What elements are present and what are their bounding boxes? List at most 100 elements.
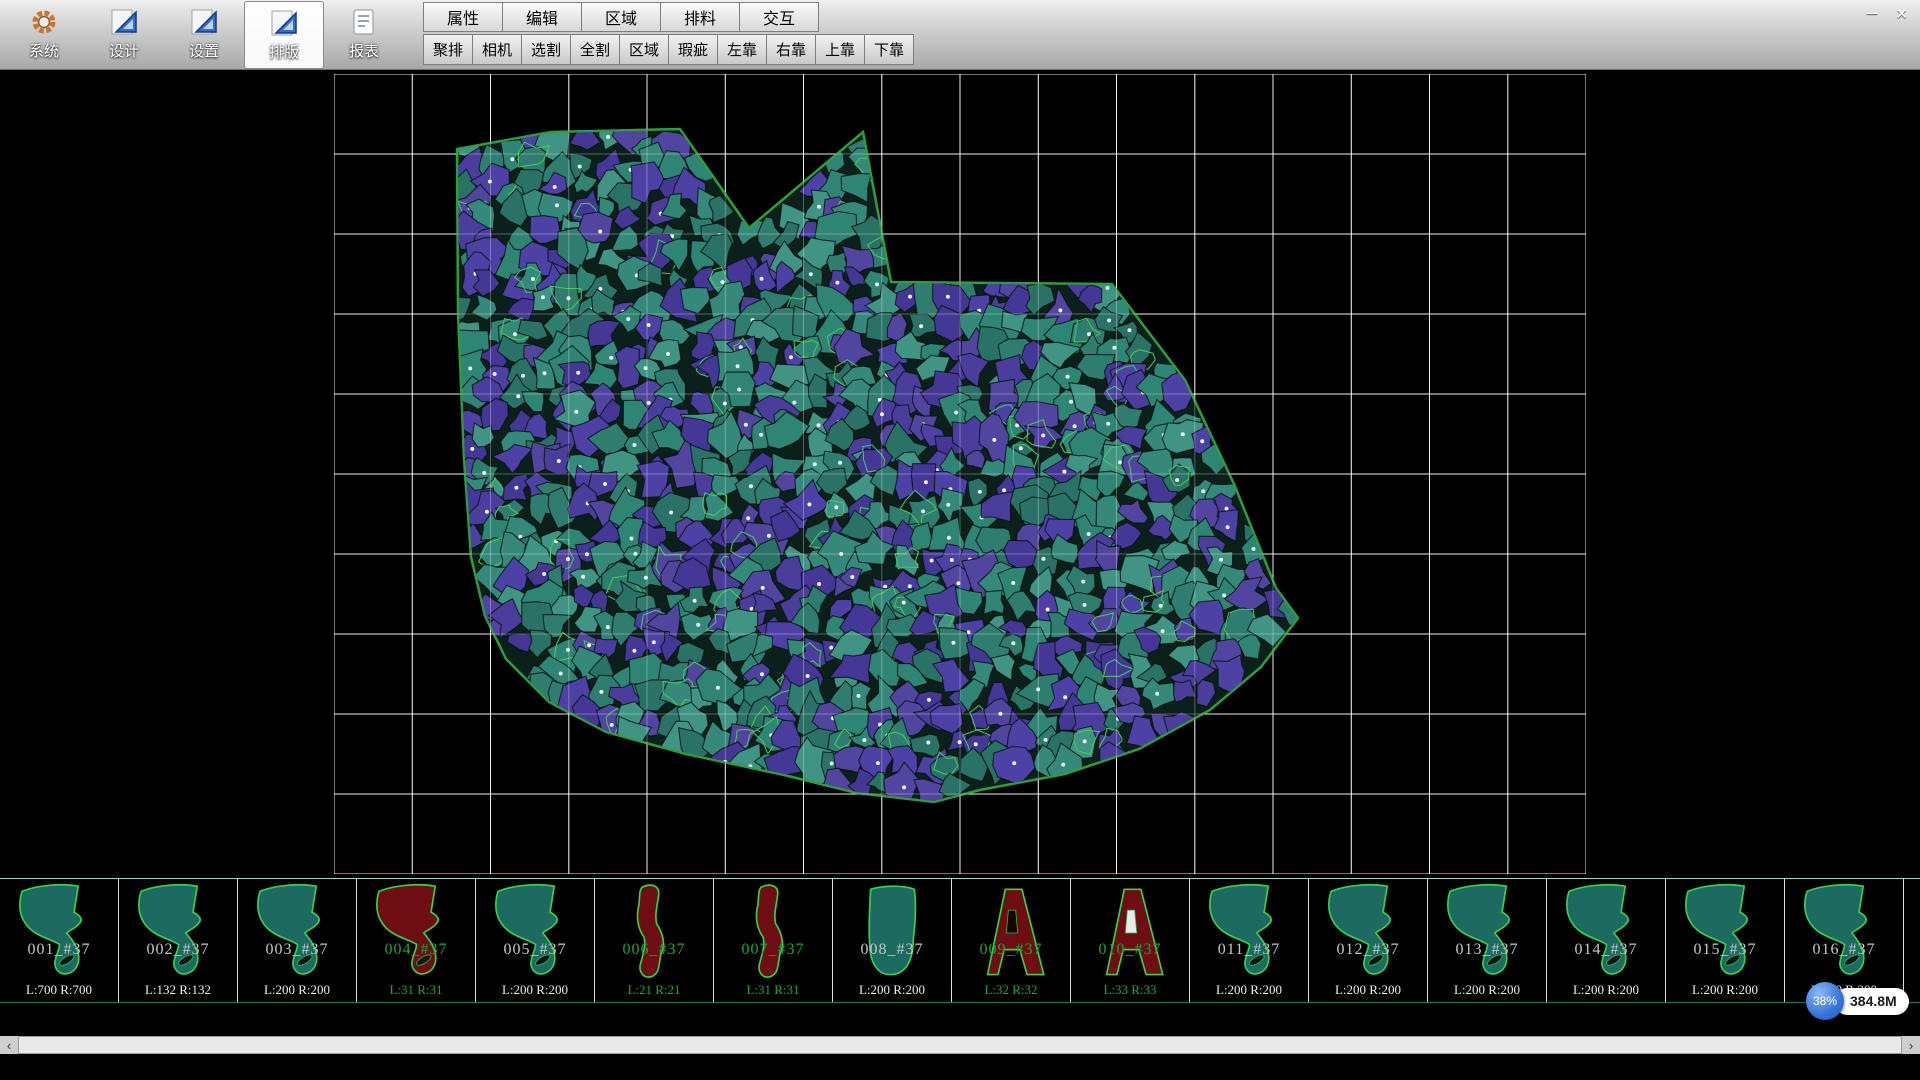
part-id: 001_#37	[0, 941, 118, 959]
tool-align-bottom-button[interactable]: 下靠	[864, 34, 914, 65]
part-thumbnail-004_#37[interactable]: 004_#37 L:31 R:31	[357, 879, 476, 1002]
part-lr-count: L:700 R:700	[0, 982, 118, 998]
part-id: 016_#37	[1785, 941, 1903, 959]
part-thumbnail-002_#37[interactable]: 002_#37 L:132 R:132	[119, 879, 238, 1002]
tool-align-top-button[interactable]: 上靠	[815, 34, 865, 65]
mode-label: 排版	[269, 41, 299, 62]
part-shape	[1434, 881, 1541, 985]
part-shape	[1791, 881, 1898, 985]
menu-tab-nest[interactable]: 排料	[660, 2, 740, 32]
mode-system-button[interactable]: 系统	[4, 1, 84, 69]
tool-align-left-button[interactable]: 左靠	[717, 34, 767, 65]
part-shape	[363, 881, 470, 985]
mode-settings-button[interactable]: 设置	[164, 1, 244, 69]
mode-label: 报表	[349, 40, 379, 61]
part-thumbnail-003_#37[interactable]: 003_#37L:200 R:200	[238, 879, 357, 1002]
memory-value: 384.8M	[1834, 988, 1909, 1015]
part-lr-count: L:200 R:200	[476, 982, 594, 998]
mode-label: 设置	[189, 40, 219, 61]
part-thumbnail-014_#37[interactable]: 014_#37L:200 R:200	[1547, 879, 1666, 1002]
main-toolbar: 系统设计设置排版报表 属性编辑区域排料交互 聚排相机选割全割区域瑕疵左靠右靠上靠…	[0, 0, 1920, 70]
design-icon	[109, 5, 139, 39]
part-id: 011_#37	[1190, 941, 1308, 959]
part-id: 006_#37	[595, 941, 713, 959]
part-id: 010_#37	[1071, 941, 1189, 959]
tool-align-right-button[interactable]: 右靠	[766, 34, 816, 65]
tool-cut-selected-button[interactable]: 选割	[521, 34, 571, 65]
part-id: 008_#37	[833, 941, 951, 959]
menu-tab-properties[interactable]: 属性	[423, 2, 503, 32]
tool-camera-button[interactable]: 相机	[472, 34, 522, 65]
part-lr-count: L:200 R:200	[833, 982, 951, 998]
part-thumbnail-001_#37[interactable]: 001_#37 L:700 R:700	[0, 879, 119, 1002]
part-lr-count: L:33 R:33	[1071, 982, 1189, 998]
part-lr-count: L:31 R:31	[714, 982, 832, 998]
part-shape	[482, 881, 589, 985]
part-lr-count: L:132 R:132	[119, 982, 237, 998]
part-lr-count: L:200 R:200	[1309, 982, 1427, 998]
part-lr-count: L:200 R:200	[1666, 982, 1784, 998]
scrollbar-track[interactable]	[18, 1036, 1902, 1054]
part-lr-count: L:200 R:200	[1190, 982, 1308, 998]
part-shape	[125, 881, 232, 985]
part-shape	[958, 881, 1065, 985]
part-id: 005_#37	[476, 941, 594, 959]
part-id: 002_#37	[119, 941, 237, 959]
mode-design-button[interactable]: 设计	[84, 1, 164, 69]
tool-region-button[interactable]: 区域	[619, 34, 669, 65]
menu-tab-edit[interactable]: 编辑	[502, 2, 582, 32]
part-lr-count: L:31 R:31	[357, 982, 475, 998]
usage-percent-badge: 38%	[1806, 982, 1844, 1020]
settings-icon	[189, 5, 219, 39]
menu-tab-interact[interactable]: 交互	[739, 2, 819, 32]
part-shape	[1077, 881, 1184, 985]
system-icon	[29, 5, 59, 39]
memory-status-badge: 38% 384.8M	[1806, 982, 1909, 1020]
part-shape	[6, 881, 113, 985]
part-shape	[601, 881, 708, 985]
part-id: 009_#37	[952, 941, 1070, 959]
part-thumbnail-015_#37[interactable]: 015_#37L:200 R:200	[1666, 879, 1785, 1002]
minimize-button[interactable]: ─	[1867, 5, 1878, 23]
hide-layout	[334, 74, 1586, 874]
scroll-left-button[interactable]: ‹	[0, 1036, 18, 1054]
part-lr-count: L:21 R:21	[595, 982, 713, 998]
menu-tabs: 属性编辑区域排料交互	[424, 0, 914, 34]
part-thumbnail-011_#37[interactable]: 011_#37 L:200 R:200	[1190, 879, 1309, 1002]
part-thumbnail-013_#37[interactable]: 013_#37 L:200 R:200	[1428, 879, 1547, 1002]
mode-label: 系统	[29, 40, 59, 61]
part-lr-count: L:200 R:200	[1428, 982, 1546, 998]
horizontal-scrollbar: ‹ ›	[0, 1036, 1920, 1054]
tool-cluster-nest-button[interactable]: 聚排	[423, 34, 473, 65]
scroll-right-button[interactable]: ›	[1902, 1036, 1920, 1054]
nesting-icon	[269, 6, 299, 40]
mode-nesting-button[interactable]: 排版	[244, 1, 324, 69]
app-window: 系统设计设置排版报表 属性编辑区域排料交互 聚排相机选割全割区域瑕疵左靠右靠上靠…	[0, 0, 1920, 1080]
close-button[interactable]: ✕	[1895, 5, 1908, 23]
part-id: 007_#37	[714, 941, 832, 959]
mode-label: 设计	[109, 40, 139, 61]
mode-switcher: 系统 设计 设置 排版 报表	[4, 0, 404, 70]
part-lr-count: L:32 R:32	[952, 982, 1070, 998]
part-id: 004_#37	[357, 941, 475, 959]
part-shape	[1553, 881, 1660, 985]
mode-report-button[interactable]: 报表	[324, 1, 404, 69]
parts-strip: 001_#37L:700 R:700002_#37L:132 R:132003_…	[0, 878, 1920, 1003]
nesting-canvas[interactable]	[0, 70, 1920, 878]
tool-cut-all-button[interactable]: 全割	[570, 34, 620, 65]
part-id: 003_#37	[238, 941, 356, 959]
part-thumbnail-009_#37[interactable]: 009_#37 L:32 R:32	[952, 879, 1071, 1002]
part-thumbnail-007_#37[interactable]: 007_#37 L:31 R:31	[714, 879, 833, 1002]
part-thumbnail-012_#37[interactable]: 012_#37 L:200 R:200	[1309, 879, 1428, 1002]
part-shape	[1196, 881, 1303, 985]
part-shape	[839, 881, 946, 985]
part-thumbnail-005_#37[interactable]: 005_#37 L:200 R:200	[476, 879, 595, 1002]
tool-defect-button[interactable]: 瑕疵	[668, 34, 718, 65]
part-thumbnail-010_#37[interactable]: 010_#37 L:33 R:33	[1071, 879, 1190, 1002]
part-id: 012_#37	[1309, 941, 1427, 959]
part-thumbnail-008_#37[interactable]: 008_#37 L:200 R:200	[833, 879, 952, 1002]
part-thumbnail-006_#37[interactable]: 006_#37 L:21 R:21	[595, 879, 714, 1002]
part-id: 013_#37	[1428, 941, 1546, 959]
menu-tab-region[interactable]: 区域	[581, 2, 661, 32]
scrollbar-thumb[interactable]	[18, 1036, 1902, 1054]
